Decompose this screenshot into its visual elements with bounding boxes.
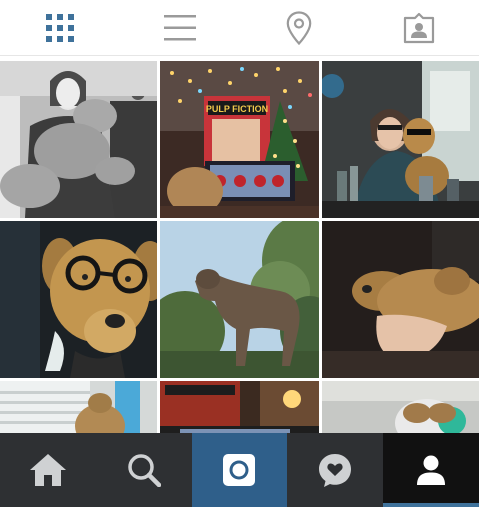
photo-thumbnail[interactable] <box>322 221 479 378</box>
bottom-navigation-bar <box>0 433 479 507</box>
nav-home[interactable] <box>0 433 96 507</box>
photo-grid: PULP FICTION <box>0 57 479 433</box>
photo-thumbnail[interactable] <box>0 61 157 218</box>
nav-activity[interactable] <box>287 433 383 507</box>
location-pin-icon <box>287 10 312 45</box>
tagged-photos-icon <box>404 12 435 43</box>
tab-tagged-photos[interactable] <box>359 0 479 55</box>
tab-list-view[interactable] <box>120 0 240 55</box>
tab-map-view[interactable] <box>240 0 360 55</box>
photo-thumbnail[interactable] <box>322 61 479 218</box>
activity-heart-icon <box>319 454 352 487</box>
profile-view-tabs <box>0 0 479 56</box>
photo-thumbnail[interactable] <box>160 221 319 378</box>
poster-title: PULP FICTION <box>206 104 268 114</box>
list-icon <box>163 14 196 40</box>
photo-thumbnail[interactable] <box>0 381 157 433</box>
profile-icon <box>417 455 446 485</box>
camera-icon <box>223 454 256 486</box>
photo-thumbnail[interactable] <box>160 381 319 433</box>
photo-thumbnail[interactable]: PULP FICTION <box>160 61 319 218</box>
tab-grid-view[interactable] <box>0 0 120 55</box>
photo-thumbnail[interactable] <box>322 381 479 433</box>
search-icon <box>127 454 161 487</box>
nav-search[interactable] <box>96 433 192 507</box>
grid-icon <box>45 13 74 42</box>
app-screen: PULP FICTION <box>0 0 479 507</box>
home-icon <box>29 454 66 486</box>
nav-camera[interactable] <box>191 433 288 507</box>
nav-profile[interactable] <box>383 433 479 507</box>
photo-thumbnail[interactable] <box>0 221 157 378</box>
